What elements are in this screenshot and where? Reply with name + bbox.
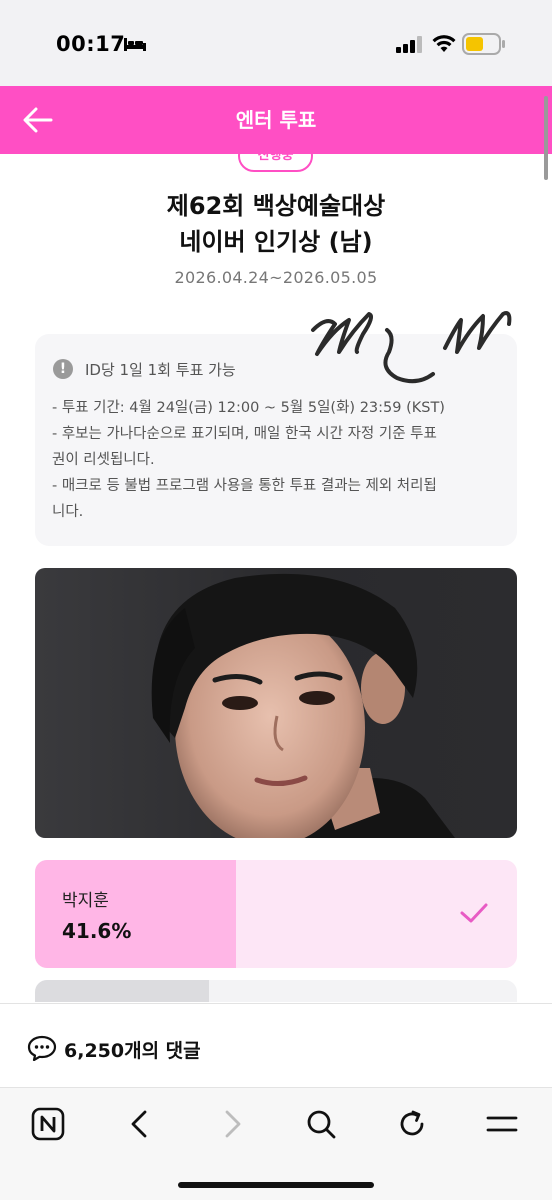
candidate-photo [35, 568, 517, 838]
menu-icon [486, 1116, 518, 1132]
info-line: 권이 리셋됩니다. [52, 452, 155, 468]
status-time: 00:17 [56, 32, 126, 56]
naver-n-icon [31, 1107, 65, 1141]
bed-icon [124, 38, 146, 51]
arrow-left-icon [23, 107, 53, 133]
comments-bar[interactable]: 6,250개의 댓글 [0, 1003, 552, 1088]
app-header: 엔터 투표 [0, 86, 552, 154]
handwritten-scribble [311, 311, 512, 384]
back-nav-button[interactable] [120, 1104, 160, 1144]
wifi-icon [432, 35, 456, 52]
check-icon [460, 903, 488, 923]
scrollbar[interactable] [544, 96, 548, 180]
info-line: 니다. [52, 504, 84, 520]
vote-title: 제62회 백상예술대상 네이버 인기상 (남) [0, 188, 552, 260]
browser-toolbar [0, 1088, 552, 1200]
candidate-name: 박지훈 [62, 891, 109, 911]
reload-icon [400, 1110, 424, 1136]
naver-home-button[interactable] [28, 1104, 68, 1144]
comment-count: 6,250개의 댓글 [64, 1040, 201, 1062]
back-arrow-icon [131, 1110, 147, 1138]
forward-nav-button[interactable] [212, 1104, 252, 1144]
status-badge: 진행중 [238, 154, 313, 172]
candidate-row[interactable]: 박지훈 41.6% [35, 860, 517, 968]
info-heading: ID당 1일 1회 투표 가능 [85, 361, 236, 379]
signal-icon [396, 36, 422, 53]
menu-button[interactable] [482, 1104, 522, 1144]
vote-content: 진행중 제62회 백상예술대상 네이버 인기상 (남) 2026.04.24~2… [0, 154, 552, 1002]
status-bar: 00:17 [0, 0, 552, 86]
home-indicator [178, 1182, 374, 1188]
search-icon [307, 1110, 336, 1139]
reload-button[interactable] [392, 1104, 432, 1144]
battery-icon [462, 33, 505, 55]
info-line: - 후보는 가나다순으로 표기되며, 매일 한국 시간 자정 기준 투표 [52, 426, 437, 442]
vote-bar-fill [35, 980, 209, 1002]
search-button[interactable] [301, 1104, 341, 1144]
vote-title-line1: 제62회 백상예술대상 [166, 192, 386, 220]
candidate-row[interactable] [35, 980, 517, 1002]
info-line: - 매크로 등 불법 프로그램 사용을 통한 투표 결과는 제외 처리됩 [52, 478, 437, 494]
page-title: 엔터 투표 [235, 108, 317, 132]
candidate-percent: 41.6% [62, 919, 132, 943]
vote-title-line2: 네이버 인기상 (남) [179, 228, 373, 256]
vote-bar-fill [35, 860, 236, 968]
info-icon: ! [53, 359, 73, 379]
vote-period: 2026.04.24~2026.05.05 [174, 268, 378, 287]
comment-icon [27, 1035, 57, 1061]
back-button[interactable] [18, 100, 58, 140]
forward-arrow-icon [225, 1110, 241, 1138]
portrait-image [151, 573, 455, 838]
info-line: - 투표 기간: 4월 24일(금) 12:00 ~ 5월 5일(화) 23:5… [52, 400, 445, 416]
